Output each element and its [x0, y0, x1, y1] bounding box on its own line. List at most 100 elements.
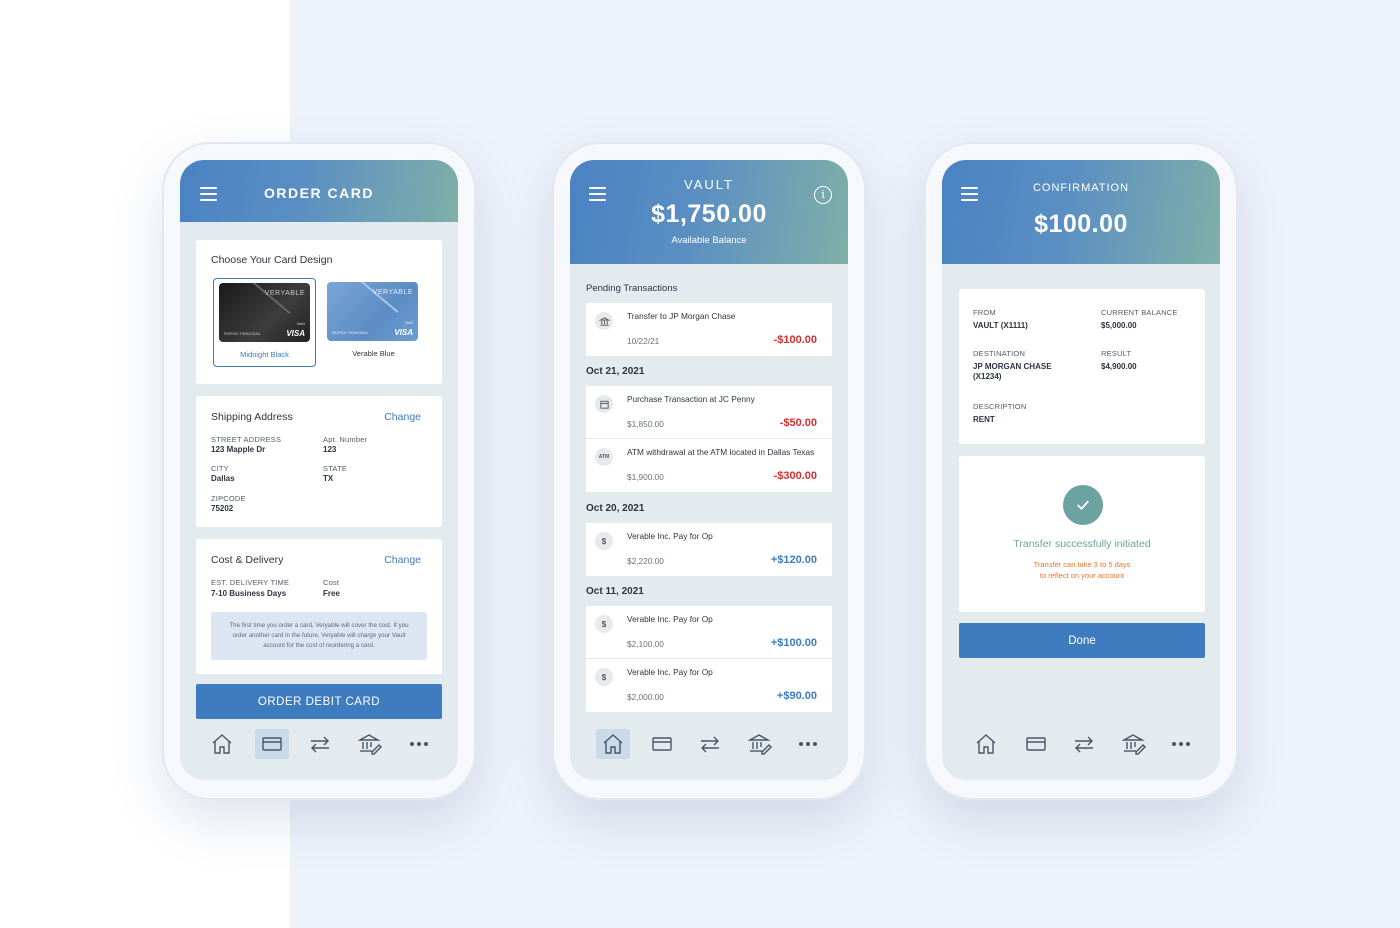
card-brand: VERYABLE — [372, 289, 413, 296]
timing-note-line-1: Transfer can take 3 to 5 days — [1033, 560, 1131, 569]
transaction-item[interactable]: $ Verable Inc. Pay for Op $2,220.00 +$12… — [586, 523, 832, 576]
eta-label: EST. DELIVERY TIME — [211, 578, 290, 587]
transaction-amount: +$90.00 — [776, 690, 817, 702]
transaction-date: 10/22/21 — [627, 336, 660, 346]
screen-order-card: ORDER CARD Choose Your Card Design VERYA… — [180, 160, 458, 780]
card-holder: PATRICK THIBODEAU — [332, 331, 368, 335]
visa-logo: VISA — [286, 329, 305, 338]
bank-icon — [595, 312, 613, 330]
date-header: Oct 20, 2021 — [586, 503, 645, 514]
tab-bank[interactable] — [353, 729, 387, 759]
transaction-amount: -$100.00 — [773, 334, 817, 346]
tab-transfer[interactable] — [1067, 729, 1101, 759]
bank-icon — [358, 734, 382, 755]
transaction-item[interactable]: ATM ATM withdrawal at the ATM located in… — [586, 439, 832, 492]
vault-logo: VAULT — [684, 177, 734, 192]
more-icon — [1172, 742, 1190, 746]
success-message: Transfer successfully initiated — [1013, 538, 1151, 550]
zip-value: 75202 — [211, 504, 234, 513]
done-button[interactable]: Done — [959, 623, 1205, 658]
tab-transfer[interactable] — [693, 729, 727, 759]
tab-more[interactable] — [402, 729, 436, 759]
tab-home[interactable] — [596, 729, 630, 759]
visa-logo: VISA — [394, 328, 413, 337]
store-icon — [595, 395, 613, 413]
card-holder: PATRICK THIBODEAU — [224, 332, 260, 336]
pending-title: Pending Transactions — [586, 283, 678, 294]
info-icon[interactable]: i — [814, 186, 832, 204]
transfer-amount: $100.00 — [1034, 210, 1128, 238]
transaction-item[interactable]: $ Verable Inc. Pay for Op $2,100.00 +$10… — [586, 606, 832, 659]
screen-vault-home: VAULT $1,750.00 Available Balance i Pend… — [570, 160, 848, 780]
destination-value: JP MORGAN CHASE (X1234) — [973, 362, 1052, 381]
cost-value: Free — [323, 589, 340, 598]
result-value: $4,900.00 — [1101, 362, 1137, 371]
transaction-balance: $2,000.00 — [627, 692, 664, 702]
header: ORDER CARD — [180, 160, 458, 222]
city-label: CITY — [211, 464, 229, 473]
tab-card[interactable] — [255, 729, 289, 759]
checkmark-icon — [1063, 485, 1103, 525]
destination-label: DESTINATION — [973, 349, 1026, 358]
card-option-verable-blue[interactable]: VERYABLE PATRICK THIBODEAU Debit VISA Ve… — [322, 278, 425, 367]
card-option-label: Midnight Black — [240, 350, 289, 359]
transaction-balance: $2,220.00 — [627, 556, 664, 566]
tab-more[interactable] — [791, 729, 825, 759]
dollar-icon: $ — [595, 615, 613, 633]
screen-confirmation: CONFIRMATION $100.00 FROM VAULT (X1111) … — [942, 160, 1220, 780]
home-icon — [212, 734, 232, 754]
order-debit-card-button[interactable]: ORDER DEBIT CARD — [196, 684, 442, 719]
tab-transfer[interactable] — [303, 729, 337, 759]
card-icon — [652, 737, 672, 751]
card-design-panel: Choose Your Card Design VERYABLE PATRICK… — [196, 240, 442, 384]
street-label: STREET ADDRESS — [211, 435, 282, 444]
cost-note: The first time you order a card, Veryabl… — [211, 612, 427, 660]
card-image-blue: VERYABLE PATRICK THIBODEAU Debit VISA — [327, 282, 418, 341]
card-icon — [1026, 737, 1046, 751]
design-title: Choose Your Card Design — [211, 254, 333, 266]
cost-panel: Cost & Delivery Change EST. DELIVERY TIM… — [196, 539, 442, 674]
eta-value: 7-10 Business Days — [211, 589, 287, 598]
transaction-item[interactable]: Transfer to JP Morgan Chase 10/22/21 -$1… — [586, 303, 832, 356]
tab-card[interactable] — [645, 729, 679, 759]
home-icon — [603, 734, 623, 754]
transaction-title: Verable Inc. Pay for Op — [627, 614, 713, 624]
cost-label: Cost — [323, 578, 340, 587]
date-header: Oct 11, 2021 — [586, 586, 644, 597]
shipping-title: Shipping Address — [211, 411, 293, 423]
cost-change-link[interactable]: Change — [384, 554, 421, 566]
tab-bar — [942, 722, 1220, 780]
transaction-item[interactable]: Purchase Transaction at JC Penny $1,850.… — [586, 386, 832, 439]
tab-bank[interactable] — [1117, 729, 1151, 759]
bank-icon — [748, 734, 772, 755]
page-title: CONFIRMATION — [1032, 182, 1130, 194]
tab-card[interactable] — [1019, 729, 1053, 759]
tab-more[interactable] — [1164, 729, 1198, 759]
transaction-amount: -$50.00 — [779, 417, 817, 429]
tab-bank[interactable] — [743, 729, 777, 759]
card-icon — [262, 737, 282, 751]
from-label: FROM — [973, 308, 996, 317]
balance-value: $5,000.00 — [1101, 321, 1137, 330]
tab-home[interactable] — [969, 729, 1003, 759]
transaction-amount: +$120.00 — [770, 554, 817, 566]
transaction-title: Transfer to JP Morgan Chase — [627, 311, 736, 321]
apt-label: Apt. Number — [323, 435, 368, 444]
balance-label: CURRENT BALANCE — [1101, 308, 1178, 317]
street-value: 123 Mapple Dr — [211, 445, 266, 454]
shipping-change-link[interactable]: Change — [384, 411, 421, 423]
bank-icon — [1122, 734, 1146, 755]
card-option-midnight-black[interactable]: VERYABLE PATRICK THIBODEAU Debit VISA Mi… — [213, 278, 316, 367]
transfer-icon — [311, 736, 329, 753]
transaction-balance: $1,850.00 — [627, 419, 664, 429]
apt-value: 123 — [323, 445, 337, 454]
phone-vault-home: VAULT $1,750.00 Available Balance i Pend… — [552, 142, 866, 800]
transfer-icon — [1075, 736, 1093, 753]
transaction-item[interactable]: $ Verable Inc. Pay for Op $2,000.00 +$90… — [586, 659, 832, 712]
from-value: VAULT (X1111) — [973, 321, 1028, 330]
card-type: Debit — [404, 321, 413, 325]
tab-bar — [180, 722, 458, 780]
transaction-title: Verable Inc. Pay for Op — [627, 531, 713, 541]
tab-home[interactable] — [205, 729, 239, 759]
description-label: DESCRIPTION — [973, 402, 1027, 411]
